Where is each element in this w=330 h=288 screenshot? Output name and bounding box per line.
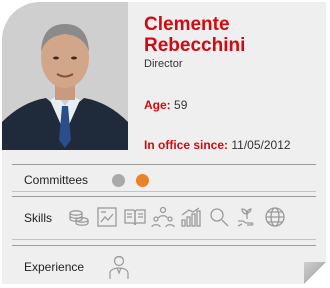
experience-label: Experience xyxy=(24,260,85,274)
office-since-row: In office since: 11/05/2012 xyxy=(144,138,291,152)
coins-stack-icon[interactable] xyxy=(66,204,92,230)
office-since-label: In office since: xyxy=(144,138,229,152)
last-name: Rebecchini xyxy=(144,35,246,56)
committee-dot-orange[interactable] xyxy=(136,174,149,187)
age-label: Age: xyxy=(144,98,171,112)
committee-dot-grey[interactable] xyxy=(112,174,125,187)
divider xyxy=(12,196,316,197)
skills-label: Skills xyxy=(24,211,53,225)
director-card: Clemente Rebecchini Director Age: 59 In … xyxy=(2,2,326,284)
office-since-value: 11/05/2012 xyxy=(231,138,291,152)
director-photo xyxy=(2,2,128,150)
divider xyxy=(12,191,316,192)
skills-icons xyxy=(66,204,288,230)
globe-icon[interactable] xyxy=(262,204,288,230)
growth-bars-icon[interactable] xyxy=(178,204,204,230)
age-row: Age: 59 xyxy=(144,98,187,112)
magnifier-icon[interactable] xyxy=(206,204,232,230)
person-icon[interactable] xyxy=(108,254,130,280)
first-name: Clemente xyxy=(144,14,230,35)
team-people-icon[interactable] xyxy=(150,204,176,230)
plant-hand-icon[interactable] xyxy=(234,204,260,230)
chart-document-icon[interactable] xyxy=(94,204,120,230)
page-fold-corner xyxy=(304,262,326,284)
divider xyxy=(12,164,316,165)
open-book-icon[interactable] xyxy=(122,204,148,230)
divider xyxy=(12,245,316,246)
age-value: 59 xyxy=(174,98,188,112)
portrait-image xyxy=(2,2,128,150)
director-role: Director xyxy=(144,58,183,70)
committees-label: Committees xyxy=(24,173,89,187)
director-name: Clemente Rebecchini xyxy=(144,14,314,56)
divider xyxy=(12,239,316,240)
